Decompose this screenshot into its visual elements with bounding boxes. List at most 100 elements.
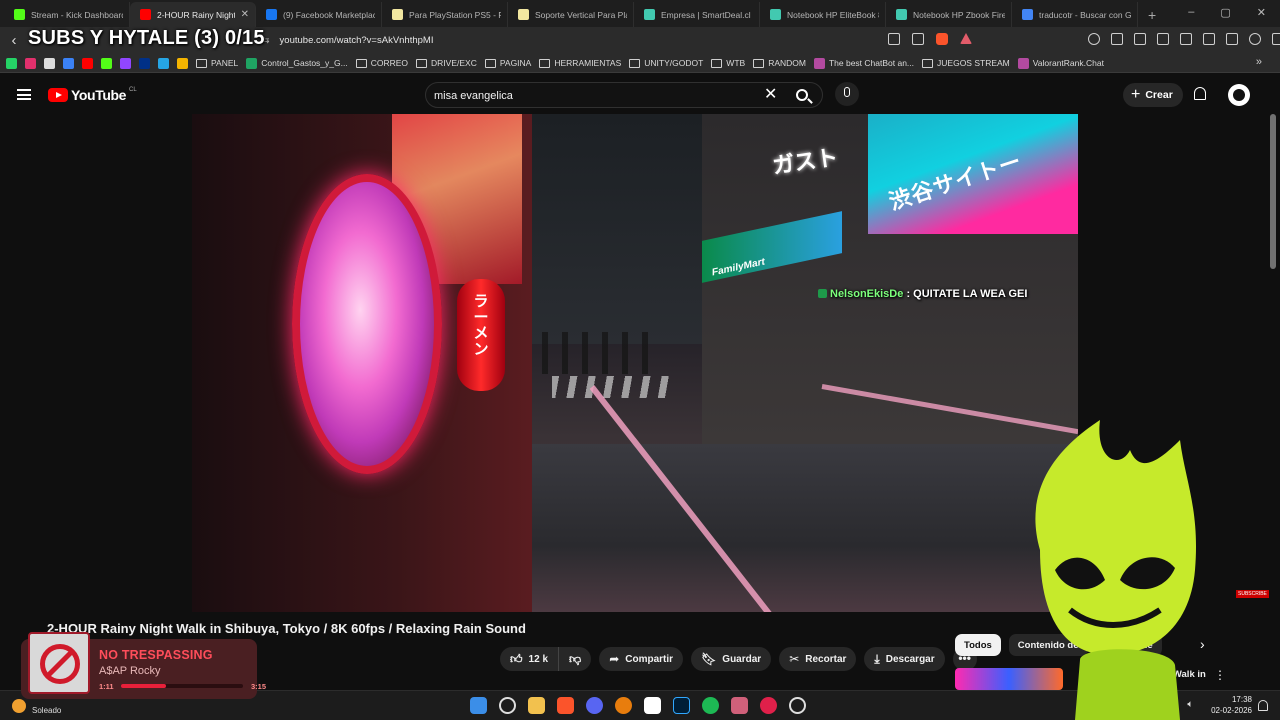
- avatar[interactable]: [1228, 84, 1250, 106]
- extension-icon[interactable]: [1088, 33, 1100, 45]
- browser-tab[interactable]: Para PlayStation PS5 - Play: [382, 2, 508, 27]
- new-tab-button[interactable]: +: [1138, 7, 1166, 27]
- notifications-bell-icon[interactable]: [1194, 87, 1206, 100]
- taskbar-clock[interactable]: 17:38 02-02-2026: [1206, 694, 1252, 716]
- bookmark-item[interactable]: ValorantRank.Chat: [1017, 57, 1104, 69]
- search-taskbar-icon[interactable]: [499, 697, 516, 714]
- url-bar[interactable]: ⇆ youtube.com/watch?v=sAkVnhthpMI: [262, 31, 978, 50]
- twitch-icon[interactable]: [120, 57, 131, 69]
- whatsapp-icon[interactable]: [6, 57, 17, 69]
- obs-icon[interactable]: [789, 697, 806, 714]
- browser-tab[interactable]: Soporte Vertical Para PlayS: [508, 2, 634, 27]
- bookmarks-overflow-icon[interactable]: »: [1256, 56, 1262, 68]
- bookmark-item[interactable]: HERRAMIENTAS: [539, 58, 621, 68]
- cast-icon[interactable]: [888, 33, 900, 45]
- youtube-logo[interactable]: YouTube CL: [48, 87, 137, 103]
- browser-tab[interactable]: Notebook HP Zbook Firefly: [886, 2, 1012, 27]
- music-icon[interactable]: [1157, 33, 1169, 45]
- search-icon[interactable]: [796, 89, 808, 101]
- leo-icon[interactable]: [1249, 33, 1261, 45]
- bookmark-item[interactable]: PANEL: [196, 58, 238, 68]
- window-controls: – ▢ ✕: [1188, 6, 1266, 19]
- chip-todos[interactable]: Todos: [955, 634, 1001, 656]
- bookmark-item[interactable]: JUEGOS STREAM: [922, 58, 1010, 68]
- discord-icon[interactable]: [586, 697, 603, 714]
- related-more-icon[interactable]: ⋮: [1214, 668, 1226, 682]
- subscribe-tag: SUBSCRIBE: [1236, 590, 1269, 598]
- puzzle-icon[interactable]: [1111, 33, 1123, 45]
- streaming-app-icon[interactable]: [760, 697, 777, 714]
- brave-shields-icon[interactable]: [936, 33, 948, 45]
- kick-icon[interactable]: [101, 57, 112, 69]
- clip-button[interactable]: ✂ Recortar: [779, 647, 857, 671]
- blender-icon[interactable]: [615, 697, 632, 714]
- tab-favicon-icon: [770, 9, 781, 20]
- song-current-time: 1:11: [99, 682, 114, 691]
- page-scrollbar[interactable]: [1270, 114, 1276, 269]
- url-text[interactable]: youtube.com/watch?v=sAkVnhthpMI: [280, 35, 434, 46]
- notion-icon[interactable]: [644, 697, 661, 714]
- wallet-icon[interactable]: [1203, 33, 1215, 45]
- share-button[interactable]: ➦ Compartir: [599, 647, 684, 671]
- bookmark-item[interactable]: UNITY/GODOT: [629, 58, 703, 68]
- like-button[interactable]: 👍︎ 12 k: [500, 647, 560, 671]
- voice-search-button[interactable]: [835, 82, 859, 106]
- song-artist: A$AP Rocky: [99, 665, 161, 677]
- youtube-icon[interactable]: [82, 57, 93, 69]
- tab-close-icon[interactable]: ✕: [241, 9, 249, 20]
- telegram-icon[interactable]: [158, 57, 169, 69]
- instagram-icon[interactable]: [25, 57, 36, 69]
- like-dislike-group: 👍︎ 12 k 👎︎: [500, 647, 592, 671]
- browser-tab[interactable]: traducotr - Buscar con Go: [1012, 2, 1138, 27]
- drive-icon[interactable]: [177, 57, 188, 69]
- share-icon[interactable]: [912, 33, 924, 45]
- close-window-button[interactable]: ✕: [1257, 6, 1266, 19]
- save-button[interactable]: 🔖︎ Guardar: [691, 647, 772, 671]
- bookmark-item[interactable]: WTB: [711, 58, 745, 68]
- sidebar-icon[interactable]: [1180, 33, 1192, 45]
- bookmark-item[interactable]: The best ChatBot an...: [813, 57, 914, 69]
- photoshop-icon[interactable]: [673, 697, 690, 714]
- create-button[interactable]: + Crear: [1123, 83, 1183, 107]
- browser-tab[interactable]: 2-HOUR Rainy Night Walk ✕: [130, 2, 256, 27]
- search-input[interactable]: [434, 87, 754, 105]
- browser-tabstrip: Stream - Kick Dashboard 2-HOUR Rainy Nigh…: [0, 0, 1280, 27]
- spotify-icon[interactable]: [702, 697, 719, 714]
- bookmark-item[interactable]: CORREO: [355, 58, 409, 68]
- screenshot-icon[interactable]: [1134, 33, 1146, 45]
- menu-icon[interactable]: [1272, 33, 1280, 45]
- clear-search-button[interactable]: ✕: [764, 87, 777, 103]
- song-progress-fill: [121, 684, 167, 688]
- paypal-icon[interactable]: [139, 57, 150, 69]
- vpn-icon[interactable]: [1226, 33, 1238, 45]
- app-icon[interactable]: [731, 697, 748, 714]
- maximize-button[interactable]: ▢: [1220, 6, 1230, 19]
- browser-tab[interactable]: Empresa | SmartDeal.cl: [634, 2, 760, 27]
- chat-badge-icon: [818, 289, 827, 298]
- brave-icon[interactable]: [557, 697, 574, 714]
- youtube-play-icon: [48, 88, 68, 102]
- browser-tab[interactable]: (9) Facebook Marketplace: [256, 2, 382, 27]
- tab-title: 2-HOUR Rainy Night Walk: [157, 9, 235, 20]
- brave-rewards-icon[interactable]: [960, 33, 972, 44]
- back-button[interactable]: ‹: [0, 32, 28, 49]
- start-icon[interactable]: [470, 697, 487, 714]
- x-icon[interactable]: [44, 57, 55, 69]
- bookmark-item[interactable]: DRIVE/EXC: [416, 58, 477, 68]
- bookmark-label: CORREO: [370, 58, 409, 68]
- mail-icon[interactable]: [63, 57, 74, 69]
- download-button[interactable]: ⤓ Descargar: [864, 647, 945, 671]
- bookmark-item[interactable]: RANDOM: [753, 58, 806, 68]
- bookmark-item[interactable]: PAGINA: [484, 58, 531, 68]
- taskbar-apps: [470, 697, 806, 714]
- notification-icon[interactable]: [1258, 700, 1268, 711]
- dislike-button[interactable]: 👎︎: [559, 647, 591, 671]
- browser-tab[interactable]: Notebook HP EliteBook 8...: [760, 2, 886, 27]
- video-player[interactable]: 渋谷サイトー ガスト FamilyMart ラーメン: [192, 114, 1078, 612]
- bookmark-item[interactable]: Control_Gastos_y_G...: [246, 57, 348, 69]
- hamburger-menu-icon[interactable]: [17, 89, 31, 100]
- minimize-button[interactable]: –: [1188, 6, 1194, 19]
- folder-icon: [753, 58, 765, 68]
- browser-tab[interactable]: Stream - Kick Dashboard: [4, 2, 130, 27]
- file-explorer-icon[interactable]: [528, 697, 545, 714]
